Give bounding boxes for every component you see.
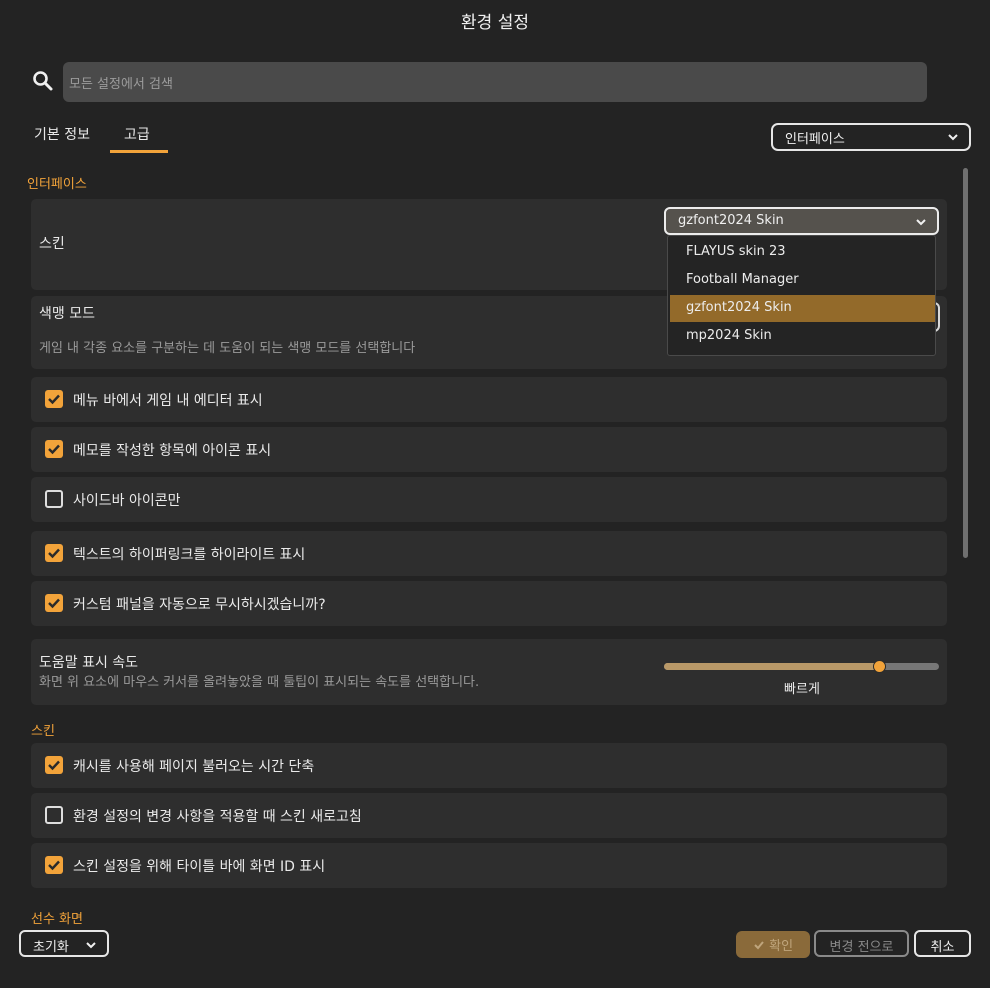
chevron-down-icon: [948, 134, 958, 141]
checkbox-row[interactable]: 커스텀 패널을 자동으로 무시하시겠습니까?: [31, 581, 947, 626]
section-skin: 스킨: [31, 724, 55, 739]
checkbox-label: 텍스트의 하이퍼링크를 하이라이트 표시: [73, 547, 306, 563]
checkbox-row[interactable]: 메뉴 바에서 게임 내 에디터 표시: [31, 377, 947, 422]
checkbox-checked[interactable]: [45, 856, 63, 874]
checkbox-checked[interactable]: [45, 390, 63, 408]
checkbox-row[interactable]: 환경 설정의 변경 사항을 적용할 때 스킨 새로고침: [31, 793, 947, 838]
chevron-down-icon: [86, 942, 96, 949]
skin-option[interactable]: FLAYUS skin 23: [670, 239, 935, 266]
ok-button-label: 확인: [769, 939, 794, 954]
checkbox-label: 메모를 작성한 항목에 아이콘 표시: [73, 443, 272, 459]
search-input[interactable]: 모든 설정에서 검색: [63, 62, 927, 102]
checkbox-row[interactable]: 사이드바 아이콘만: [31, 477, 947, 522]
skin-label: 스킨: [39, 236, 65, 252]
ok-button[interactable]: 확인: [736, 931, 810, 958]
checkbox-unchecked[interactable]: [45, 490, 63, 508]
active-tab-indicator: [110, 150, 168, 153]
checkbox-row[interactable]: 메모를 작성한 항목에 아이콘 표시: [31, 427, 947, 472]
checkbox-checked[interactable]: [45, 544, 63, 562]
checkbox-label: 캐시를 사용해 페이지 불러오는 시간 단축: [73, 759, 315, 775]
checkbox-row[interactable]: 캐시를 사용해 페이지 불러오는 시간 단축: [31, 743, 947, 788]
category-dropdown-value: 인터페이스: [785, 132, 845, 147]
section-interface: 인터페이스: [27, 177, 87, 192]
window-title: 환경 설정: [461, 13, 529, 33]
search-icon: [33, 71, 53, 91]
category-dropdown[interactable]: 인터페이스: [771, 123, 971, 151]
checkbox-checked[interactable]: [45, 756, 63, 774]
tab-basic-info[interactable]: 기본 정보: [34, 124, 90, 144]
scrollbar[interactable]: [963, 168, 968, 558]
skin-option-selected[interactable]: gzfont2024 Skin: [670, 295, 935, 322]
slider-fill: [664, 663, 879, 670]
reset-button[interactable]: 초기화: [19, 930, 109, 957]
skin-dropdown[interactable]: gzfont2024 Skin: [664, 207, 939, 235]
skin-dropdown-value: gzfont2024 Skin: [678, 213, 784, 228]
colorblind-label: 색맹 모드: [39, 306, 95, 322]
check-icon: [754, 941, 764, 950]
chevron-down-icon: [916, 219, 926, 226]
tab-advanced[interactable]: 고급: [124, 124, 150, 144]
search-placeholder: 모든 설정에서 검색: [69, 77, 173, 92]
checkbox-label: 스킨 설정을 위해 타이틀 바에 화면 ID 표시: [73, 859, 326, 875]
checkbox-label: 커스텀 패널을 자동으로 무시하시겠습니까?: [73, 597, 326, 613]
checkbox-label: 메뉴 바에서 게임 내 에디터 표시: [73, 393, 263, 409]
tooltip-speed-label: 도움말 표시 속도: [39, 655, 139, 671]
checkbox-checked[interactable]: [45, 440, 63, 458]
checkbox-row[interactable]: 텍스트의 하이퍼링크를 하이라이트 표시: [31, 531, 947, 576]
reset-button-label: 초기화: [33, 940, 69, 955]
cancel-button[interactable]: 취소: [914, 930, 971, 957]
skin-dropdown-menu: FLAYUS skin 23 Football Manager gzfont20…: [667, 235, 936, 356]
checkbox-row[interactable]: 스킨 설정을 위해 타이틀 바에 화면 ID 표시: [31, 843, 947, 888]
checkbox-checked[interactable]: [45, 594, 63, 612]
checkbox-label: 환경 설정의 변경 사항을 적용할 때 스킨 새로고침: [73, 809, 362, 825]
section-player-screen: 선수 화면: [31, 912, 83, 927]
checkbox-label: 사이드바 아이콘만: [73, 493, 181, 509]
tooltip-speed-description: 화면 위 요소에 마우스 커서를 올려놓았을 때 툴팁이 표시되는 속도를 선택…: [39, 675, 480, 690]
slider-value-label: 빠르게: [784, 682, 820, 697]
skin-option[interactable]: Football Manager: [670, 267, 935, 294]
tooltip-speed-slider[interactable]: [664, 660, 939, 673]
colorblind-description: 게임 내 각종 요소를 구분하는 데 도움이 되는 색맹 모드를 선택합니다: [39, 341, 416, 356]
revert-button[interactable]: 변경 전으로: [814, 930, 909, 957]
skin-option[interactable]: mp2024 Skin: [670, 323, 935, 350]
slider-handle[interactable]: [872, 660, 886, 673]
checkbox-unchecked[interactable]: [45, 806, 63, 824]
